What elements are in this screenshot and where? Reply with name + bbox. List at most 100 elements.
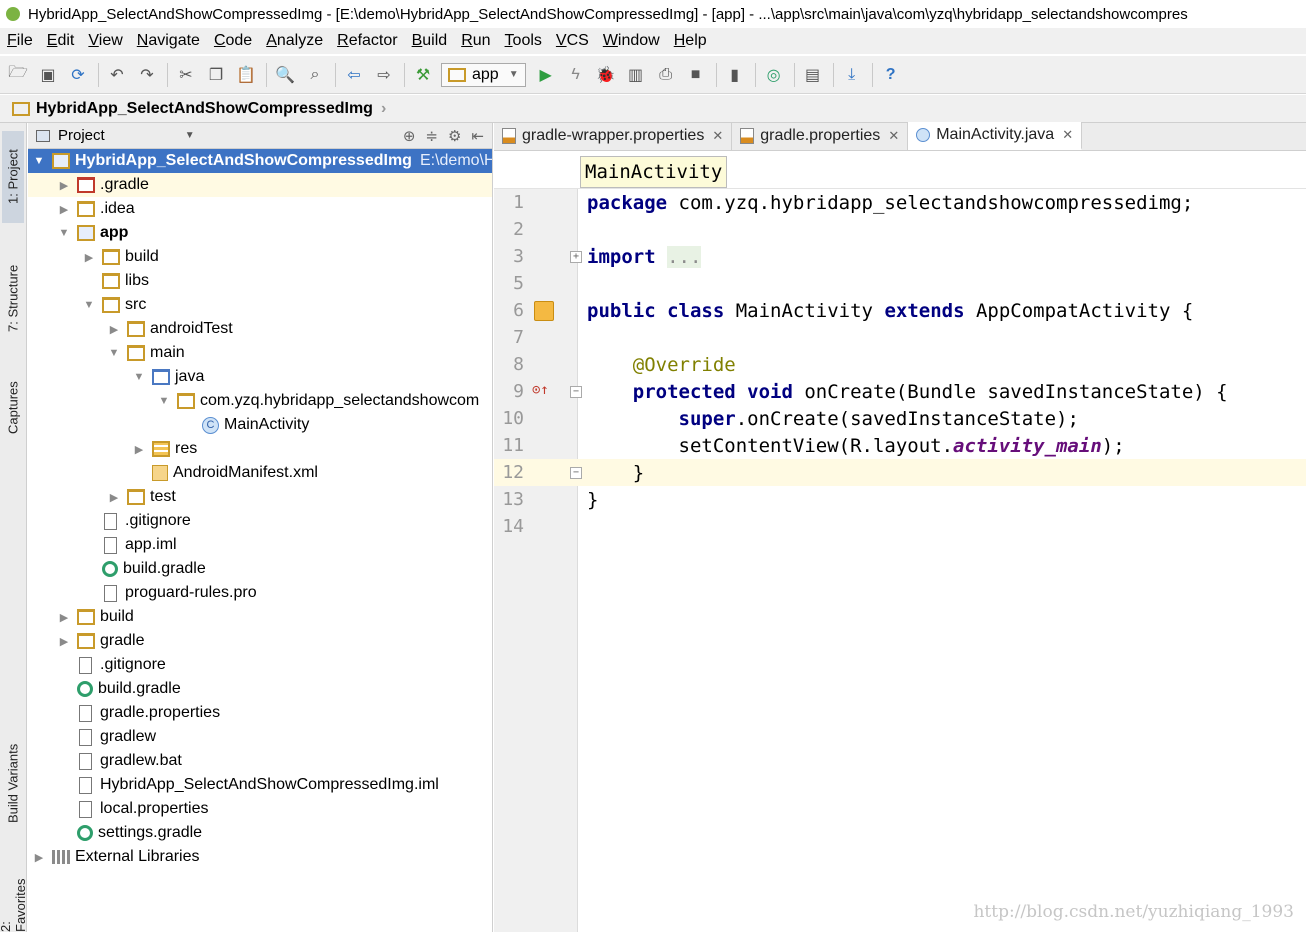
- menu-window[interactable]: Window: [603, 32, 660, 50]
- code-line[interactable]: 2: [494, 216, 1306, 243]
- copy-icon[interactable]: ❐: [204, 63, 228, 87]
- code-line[interactable]: 5: [494, 270, 1306, 297]
- profile-icon[interactable]: ▥: [624, 63, 648, 87]
- menu-edit[interactable]: Edit: [47, 32, 75, 50]
- run-configuration-select[interactable]: app ▼: [441, 62, 526, 87]
- code-line[interactable]: 6 public class MainActivity extends AppCo…: [494, 297, 1306, 324]
- collapsed-arrow-icon[interactable]: ▶: [57, 611, 71, 624]
- collapse-all-icon[interactable]: ≑: [425, 127, 438, 145]
- code-line[interactable]: 8 @Override: [494, 351, 1306, 378]
- tree-item[interactable]: ▼ app: [28, 221, 492, 245]
- code-line[interactable]: 1 package com.yzq.hybridapp_selectandshow…: [494, 189, 1306, 216]
- tree-item[interactable]: ▶ External Libraries: [28, 845, 492, 869]
- collapsed-arrow-icon[interactable]: ▶: [107, 491, 121, 504]
- apply-changes-icon[interactable]: ϟ: [564, 63, 588, 87]
- make-project-icon[interactable]: ⚒: [411, 63, 435, 87]
- tree-item[interactable]: app.iml: [28, 533, 492, 557]
- menu-vcs[interactable]: VCS: [556, 32, 589, 50]
- project-structure-icon[interactable]: ▤: [801, 63, 825, 87]
- scroll-from-source-icon[interactable]: ⊕: [403, 127, 416, 145]
- tree-item[interactable]: ▶ androidTest: [28, 317, 492, 341]
- tree-item[interactable]: .gitignore: [28, 653, 492, 677]
- editor-tab[interactable]: gradle.properties ✕: [732, 122, 909, 150]
- tree-item[interactable]: ▶ .gradle: [28, 173, 492, 197]
- collapsed-arrow-icon[interactable]: ▶: [57, 203, 71, 216]
- expanded-arrow-icon[interactable]: ▼: [82, 299, 96, 311]
- run-icon[interactable]: ▶: [534, 63, 558, 87]
- chevron-down-icon[interactable]: ▼: [185, 130, 195, 141]
- activity-layout-icon[interactable]: [534, 300, 554, 321]
- code-line[interactable]: 9 protected void onCreate(Bundle savedIn…: [494, 378, 1306, 405]
- tree-item[interactable]: ▼ main: [28, 341, 492, 365]
- tree-item[interactable]: .gitignore: [28, 509, 492, 533]
- cut-icon[interactable]: ✂: [174, 63, 198, 87]
- tree-item[interactable]: AndroidManifest.xml: [28, 461, 492, 485]
- tree-item[interactable]: ▶ build: [28, 245, 492, 269]
- tree-item[interactable]: ▶ gradle: [28, 629, 492, 653]
- open-folder-icon[interactable]: 🗁: [6, 63, 30, 87]
- stop-icon[interactable]: ■: [684, 63, 708, 87]
- forward-icon[interactable]: ⇨: [372, 63, 396, 87]
- tree-item[interactable]: ▼ com.yzq.hybridapp_selectandshowcom: [28, 389, 492, 413]
- sync-icon[interactable]: ⟳: [66, 63, 90, 87]
- tree-item[interactable]: ▼ src: [28, 293, 492, 317]
- tab-build-variants[interactable]: Build Variants: [2, 728, 24, 838]
- gear-icon[interactable]: ⚙: [448, 127, 461, 145]
- menu-run[interactable]: Run: [461, 32, 490, 50]
- expanded-arrow-icon[interactable]: ▼: [32, 155, 46, 167]
- tree-item[interactable]: build.gradle: [28, 677, 492, 701]
- menu-analyze[interactable]: Analyze: [266, 32, 323, 50]
- editor-tab[interactable]: MainActivity.java ✕: [908, 122, 1083, 150]
- save-all-icon[interactable]: ▣: [36, 63, 60, 87]
- tree-item[interactable]: ▶ res: [28, 437, 492, 461]
- help-icon[interactable]: ?: [879, 63, 903, 87]
- collapsed-arrow-icon[interactable]: ▶: [57, 179, 71, 192]
- collapsed-arrow-icon[interactable]: ▶: [57, 635, 71, 648]
- paste-icon[interactable]: 📋: [234, 63, 258, 87]
- tree-item[interactable]: gradlew: [28, 725, 492, 749]
- collapsed-arrow-icon[interactable]: ▶: [107, 323, 121, 336]
- tab-captures[interactable]: Captures: [2, 368, 24, 448]
- tree-item[interactable]: local.properties: [28, 797, 492, 821]
- gradle-sync-icon[interactable]: ◎: [762, 63, 786, 87]
- tree-item[interactable]: settings.gradle: [28, 821, 492, 845]
- breadcrumb[interactable]: HybridApp_SelectAndShowCompressedImg ›: [12, 100, 386, 118]
- tree-item[interactable]: build.gradle: [28, 557, 492, 581]
- tree-item[interactable]: ▶ .idea: [28, 197, 492, 221]
- code-editor[interactable]: 1 package com.yzq.hybridapp_selectandshow…: [494, 189, 1306, 932]
- editor-tab[interactable]: gradle-wrapper.properties ✕: [494, 122, 733, 150]
- tree-item[interactable]: proguard-rules.pro: [28, 581, 492, 605]
- collapsed-arrow-icon[interactable]: ▶: [82, 251, 96, 264]
- class-breadcrumb-tooltip[interactable]: MainActivity: [580, 156, 728, 188]
- close-icon[interactable]: ✕: [888, 128, 899, 144]
- menu-tools[interactable]: Tools: [505, 32, 542, 50]
- tab-structure[interactable]: 7: Structure: [2, 243, 24, 353]
- expanded-arrow-icon[interactable]: ▼: [132, 371, 146, 383]
- project-view-select[interactable]: Project: [58, 127, 105, 144]
- redo-icon[interactable]: ↷: [135, 63, 159, 87]
- collapsed-arrow-icon[interactable]: ▶: [32, 851, 46, 864]
- tab-favorites[interactable]: 2: Favorites: [0, 868, 28, 932]
- menu-build[interactable]: Build: [412, 32, 448, 50]
- hide-panel-icon[interactable]: ⇤: [471, 127, 484, 145]
- attach-debugger-icon[interactable]: ⎙: [654, 63, 678, 87]
- tab-project[interactable]: 1: Project: [2, 131, 24, 223]
- debug-icon[interactable]: 🐞: [594, 63, 618, 87]
- find-icon[interactable]: 🔍: [273, 63, 297, 87]
- code-line[interactable]: 3 import ... +: [494, 243, 1306, 270]
- menu-navigate[interactable]: Navigate: [137, 32, 200, 50]
- sdk-manager-icon[interactable]: ⤓: [840, 63, 864, 87]
- expanded-arrow-icon[interactable]: ▼: [57, 227, 71, 239]
- tree-item[interactable]: gradle.properties: [28, 701, 492, 725]
- close-icon[interactable]: ✕: [1062, 127, 1073, 143]
- code-line[interactable]: 12 } −: [494, 459, 1306, 486]
- tree-item[interactable]: ▼ HybridApp_SelectAndShowCompressedImg E:\…: [28, 149, 492, 173]
- menu-code[interactable]: Code: [214, 32, 252, 50]
- expand-fold-icon[interactable]: +: [570, 250, 582, 263]
- collapse-fold-icon[interactable]: −: [570, 385, 582, 398]
- collapsed-arrow-icon[interactable]: ▶: [132, 443, 146, 456]
- replace-icon[interactable]: ⌕: [303, 63, 327, 87]
- avd-manager-icon[interactable]: ▮: [723, 63, 747, 87]
- close-icon[interactable]: ✕: [712, 128, 723, 144]
- code-line[interactable]: 7: [494, 324, 1306, 351]
